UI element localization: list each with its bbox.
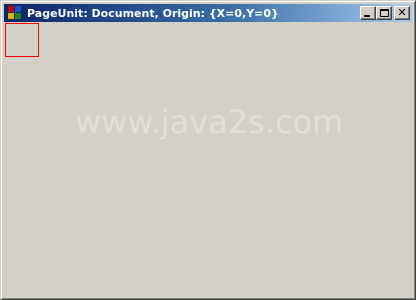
minimize-icon xyxy=(364,15,370,17)
window-title: PageUnit: Document, Origin: {X=0,Y=0} xyxy=(27,6,279,20)
close-icon: ✕ xyxy=(397,6,407,19)
client-area[interactable]: www.java2s.com xyxy=(5,23,413,297)
title-bar[interactable]: PageUnit: Document, Origin: {X=0,Y=0} ✕ xyxy=(4,4,412,22)
maximize-button[interactable] xyxy=(376,6,392,20)
app-window-icon[interactable] xyxy=(7,5,23,21)
caption-buttons: ✕ xyxy=(360,6,410,20)
maximize-icon xyxy=(380,9,389,17)
main-window: PageUnit: Document, Origin: {X=0,Y=0} ✕ … xyxy=(0,0,416,300)
watermark-text: www.java2s.com xyxy=(75,103,344,141)
red-rectangle xyxy=(5,23,39,57)
close-button[interactable]: ✕ xyxy=(394,6,410,20)
minimize-button[interactable] xyxy=(360,6,376,20)
